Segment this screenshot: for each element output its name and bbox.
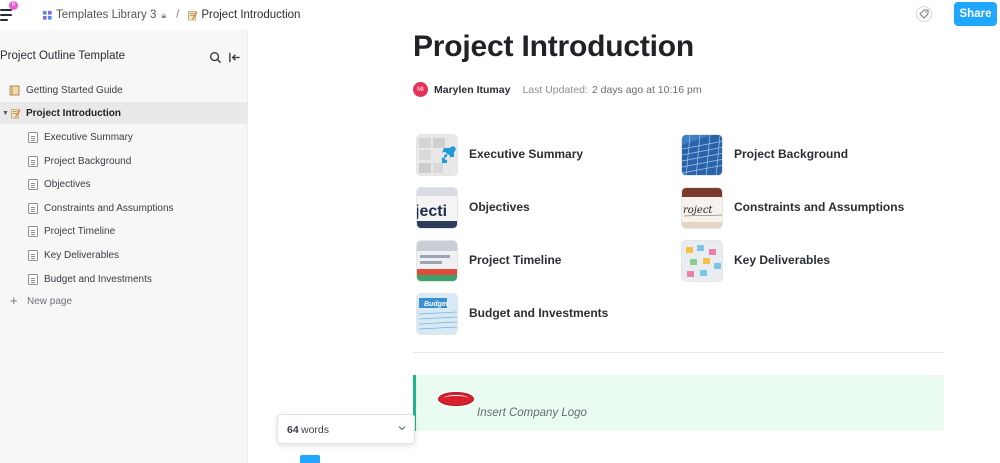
collapse-sidebar-icon[interactable] (228, 51, 241, 64)
document-icon (28, 131, 38, 143)
card-key-deliverables[interactable]: Key Deliverables (681, 240, 931, 282)
sidebar-item-project-timeline[interactable]: Project Timeline (0, 220, 247, 242)
chevron-down-icon[interactable] (397, 423, 407, 433)
card-label: Budget and Investments (469, 306, 609, 320)
author-name[interactable]: Marylen Itumay (434, 84, 510, 96)
share-button[interactable]: Share (954, 2, 997, 26)
new-page-button[interactable]: + New page (0, 292, 247, 312)
card-constraints-and-assumptions[interactable]: roject Constraints and Assumptions (681, 187, 941, 229)
sidebar-item-label: Budget and Investments (44, 273, 152, 285)
breadcrumb-page[interactable]: Project Introduction (201, 9, 300, 21)
card-project-timeline[interactable]: Project Timeline (416, 240, 666, 282)
author-line: MI Marylen Itumay Last Updated: 2 days a… (413, 82, 702, 97)
word-count-label: words (301, 424, 330, 436)
divider (413, 352, 944, 353)
company-logo-callout[interactable]: Insert Company Logo (413, 375, 944, 431)
sidebar-item-executive-summary[interactable]: Executive Summary (0, 126, 247, 148)
sidebar: Project Outline Template Getting Started… (0, 30, 248, 463)
card-executive-summary[interactable]: Executive Summary (416, 134, 666, 176)
tag-icon[interactable] (916, 6, 932, 22)
sidebar-item-key-deliverables[interactable]: Key Deliverables (0, 244, 247, 266)
card-label: Key Deliverables (734, 253, 831, 267)
floating-action-tab[interactable] (300, 455, 320, 463)
memo-icon (188, 10, 198, 20)
lock-icon: 🔒︎ (161, 9, 167, 20)
sidebar-title[interactable]: Project Outline Template (0, 50, 125, 62)
sidebar-item-project-introduction[interactable]: ▼ Project Introduction (0, 102, 247, 124)
breadcrumb: Templates Library 3 🔒︎ / Project Introdu… (42, 7, 300, 23)
plus-icon: + (10, 293, 18, 308)
notification-badge[interactable]: 8 (9, 1, 18, 10)
memo-icon (10, 108, 21, 119)
word-count-number: 64 (287, 424, 299, 436)
breadcrumb-separator: / (176, 9, 180, 21)
library-icon (42, 10, 52, 20)
document-icon (28, 273, 38, 285)
last-updated-label: Last Updated: (522, 83, 588, 96)
thumbnail-text: jecti (417, 203, 447, 220)
objectives-thumbnail: jecti (416, 187, 458, 229)
thumbnail-text: Budget (424, 301, 449, 308)
document-icon (28, 202, 38, 214)
callout-text: Insert Company Logo (477, 407, 587, 419)
last-updated-value: 2 days ago at 10:16 pm (591, 83, 702, 96)
timeline-thumbnail (416, 240, 458, 282)
card-project-background[interactable]: Project Background (681, 134, 931, 176)
breadcrumb-library[interactable]: Templates Library 3 (56, 9, 156, 21)
card-objectives[interactable]: jecti Objectives (416, 187, 666, 229)
sidebar-item-getting-started-guide[interactable]: Getting Started Guide (0, 79, 247, 101)
sidebar-item-project-background[interactable]: Project Background (0, 150, 247, 172)
search-icon[interactable] (209, 51, 222, 64)
sidebar-item-constraints-and-assumptions[interactable]: Constraints and Assumptions (0, 197, 247, 219)
card-label: Executive Summary (469, 147, 584, 161)
top-bar: 8 Templates Library 3 🔒︎ / Project Intro… (0, 0, 1000, 30)
card-budget-and-investments[interactable]: Budget Budget and Investments (416, 293, 666, 335)
thumbnail-text: roject (683, 205, 713, 216)
sidebar-item-label: Project Timeline (44, 225, 116, 237)
caret-down-icon[interactable]: ▼ (2, 110, 9, 117)
sidebar-item-label: Executive Summary (44, 131, 133, 143)
company-logo (438, 392, 474, 406)
sidebar-item-label: Project Introduction (26, 107, 121, 119)
building-thumbnail (681, 134, 723, 176)
sticky-notes-thumbnail (681, 240, 723, 282)
sidebar-item-budget-and-investments[interactable]: Budget and Investments (0, 268, 247, 290)
notebook-icon (9, 85, 20, 96)
document-icon (28, 178, 38, 190)
budget-thumbnail: Budget (416, 293, 458, 335)
card-label: Constraints and Assumptions (734, 200, 905, 214)
avatar[interactable]: MI (413, 82, 428, 97)
sidebar-item-label: Objectives (44, 178, 91, 190)
page-title[interactable]: Project Introduction (413, 30, 694, 64)
document-icon (28, 155, 38, 167)
sidebar-item-label: Project Background (44, 155, 132, 167)
document-icon (28, 249, 38, 261)
sidebar-item-label: Constraints and Assumptions (44, 202, 174, 214)
document-icon (28, 225, 38, 237)
card-label: Project Timeline (469, 253, 562, 267)
word-count-widget[interactable]: 64 words (277, 414, 415, 444)
card-label: Project Background (734, 147, 849, 161)
sidebar-item-label: Getting Started Guide (26, 84, 123, 96)
sidebar-item-label: Key Deliverables (44, 249, 120, 261)
card-label: Objectives (469, 200, 530, 214)
puzzle-thumbnail (416, 134, 458, 176)
new-page-label: New page (27, 296, 73, 307)
sidebar-item-objectives[interactable]: Objectives (0, 173, 247, 195)
project-handwriting-thumbnail: roject (681, 187, 723, 229)
sidebar-header: Project Outline Template (0, 50, 248, 66)
